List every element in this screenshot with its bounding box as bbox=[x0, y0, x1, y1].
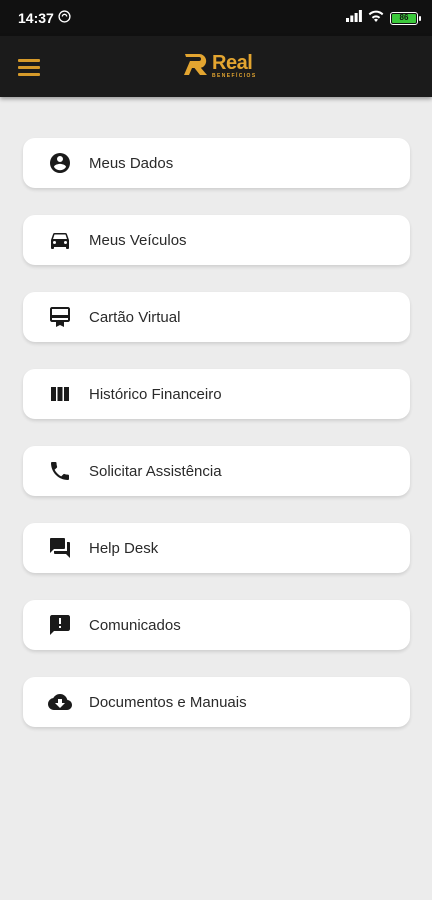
status-bar: 14:37 86 bbox=[0, 0, 432, 36]
menu-item-solicitar-assistencia[interactable]: Solicitar Assistência bbox=[23, 446, 410, 496]
view-column-icon bbox=[48, 382, 72, 406]
logo-r-icon bbox=[183, 51, 209, 82]
chat-icon bbox=[48, 536, 72, 560]
announcement-icon bbox=[48, 613, 72, 637]
logo-text: Real BENEFÍCIOS bbox=[212, 53, 257, 79]
menu-item-label: Help Desk bbox=[89, 539, 159, 557]
menu-item-label: Cartão Virtual bbox=[89, 308, 181, 326]
hamburger-menu-button[interactable] bbox=[18, 55, 46, 79]
status-left: 14:37 bbox=[18, 10, 71, 26]
card-membership-icon bbox=[48, 305, 72, 329]
cloud-download-icon bbox=[48, 690, 72, 714]
battery-level: 86 bbox=[392, 13, 416, 23]
battery-icon: 86 bbox=[390, 11, 421, 25]
menu-item-meus-dados[interactable]: Meus Dados bbox=[23, 138, 410, 188]
menu-item-label: Meus Dados bbox=[89, 154, 174, 172]
menu-item-historico-financeiro[interactable]: Histórico Financeiro bbox=[23, 369, 410, 419]
menu-item-documentos-e-manuais[interactable]: Documentos e Manuais bbox=[23, 677, 410, 727]
menu-item-label: Solicitar Assistência bbox=[89, 462, 222, 480]
hamburger-icon-line bbox=[18, 72, 40, 76]
vpn-icon bbox=[58, 10, 71, 26]
hamburger-icon-line bbox=[18, 65, 40, 69]
account-circle-icon bbox=[48, 151, 72, 175]
menu-list: Meus Dados Meus Veículos Cartão Virtual … bbox=[23, 138, 410, 754]
menu-item-label: Histórico Financeiro bbox=[89, 385, 222, 403]
menu-item-label: Comunicados bbox=[89, 616, 181, 634]
logo-subtitle: BENEFÍCIOS bbox=[212, 73, 257, 79]
logo-word: Real bbox=[212, 52, 253, 74]
phone-icon bbox=[48, 459, 72, 483]
menu-item-comunicados[interactable]: Comunicados bbox=[23, 600, 410, 650]
hamburger-icon-line bbox=[18, 58, 40, 62]
menu-item-help-desk[interactable]: Help Desk bbox=[23, 523, 410, 573]
menu-item-meus-veiculos[interactable]: Meus Veículos bbox=[23, 215, 410, 265]
menu-item-label: Meus Veículos bbox=[89, 231, 187, 249]
status-time: 14:37 bbox=[18, 10, 54, 26]
wifi-icon bbox=[368, 9, 384, 27]
signal-icon bbox=[346, 9, 362, 27]
menu-item-cartao-virtual[interactable]: Cartão Virtual bbox=[23, 292, 410, 342]
app-bar: Real BENEFÍCIOS bbox=[0, 36, 432, 97]
real-beneficios-logo: Real BENEFÍCIOS bbox=[183, 50, 257, 82]
car-icon bbox=[48, 228, 72, 252]
status-right: 86 bbox=[346, 9, 421, 27]
menu-item-label: Documentos e Manuais bbox=[89, 693, 247, 711]
